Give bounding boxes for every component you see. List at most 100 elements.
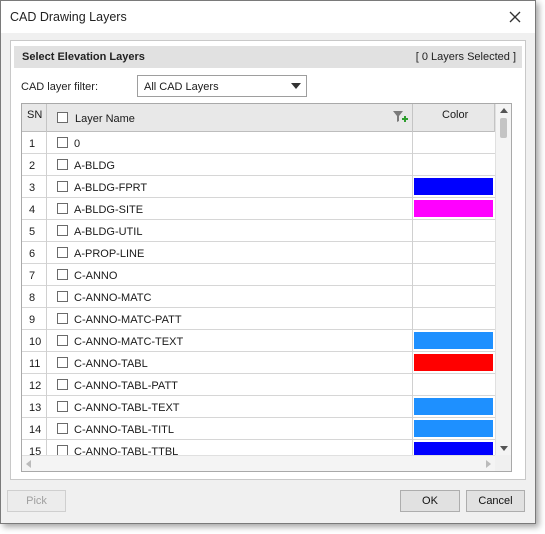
row-sn-cell: 14 bbox=[22, 418, 47, 440]
row-color-cell[interactable] bbox=[413, 154, 495, 176]
layer-checkbox[interactable] bbox=[57, 225, 68, 236]
row-color-cell[interactable] bbox=[413, 308, 495, 330]
layer-checkbox[interactable] bbox=[57, 269, 68, 280]
row-color-cell[interactable] bbox=[413, 418, 495, 440]
row-color-cell[interactable] bbox=[413, 176, 495, 198]
row-sn: 13 bbox=[29, 402, 42, 414]
filter-label: CAD layer filter: bbox=[21, 81, 99, 93]
row-color-cell[interactable] bbox=[413, 330, 495, 352]
layers-panel: Select Elevation Layers [ 0 Layers Selec… bbox=[10, 40, 526, 480]
row-color-cell[interactable] bbox=[413, 220, 495, 242]
layer-checkbox[interactable] bbox=[57, 203, 68, 214]
row-color-cell[interactable] bbox=[413, 374, 495, 396]
table-row[interactable]: 9 C-ANNO-MATC-PATT bbox=[22, 308, 495, 330]
horizontal-scrollbar[interactable] bbox=[22, 455, 495, 471]
row-name-cell: A-BLDG bbox=[47, 154, 413, 176]
row-sn: 3 bbox=[29, 182, 36, 194]
layer-checkbox[interactable] bbox=[57, 313, 68, 324]
row-color-cell[interactable] bbox=[413, 286, 495, 308]
row-sn: 14 bbox=[29, 424, 42, 436]
layer-name: C-ANNO-MATC-TEXT bbox=[74, 336, 184, 348]
header-color: Color bbox=[413, 104, 495, 132]
header-sn: SN bbox=[22, 104, 47, 132]
table-row[interactable]: 12 C-ANNO-TABL-PATT bbox=[22, 374, 495, 396]
scroll-down-icon[interactable] bbox=[500, 446, 508, 451]
scroll-right-icon[interactable] bbox=[486, 460, 491, 468]
color-swatch bbox=[414, 178, 493, 195]
table-row[interactable]: 5 A-BLDG-UTIL bbox=[22, 220, 495, 242]
layer-checkbox[interactable] bbox=[57, 291, 68, 302]
row-name-cell: A-BLDG-UTIL bbox=[47, 220, 413, 242]
layers-grid: SN Layer Name Color 1 0 2 A-BLDG 3 A-BLDG-FPR… bbox=[21, 103, 512, 472]
table-row[interactable]: 14 C-ANNO-TABL-TITL bbox=[22, 418, 495, 440]
table-row[interactable]: 6 A-PROP-LINE bbox=[22, 242, 495, 264]
color-swatch bbox=[414, 398, 493, 415]
table-row[interactable]: 10 C-ANNO-MATC-TEXT bbox=[22, 330, 495, 352]
row-sn-cell: 2 bbox=[22, 154, 47, 176]
table-row[interactable]: 8 C-ANNO-MATC bbox=[22, 286, 495, 308]
grid-header: SN Layer Name Color bbox=[22, 104, 495, 132]
color-swatch bbox=[414, 420, 493, 437]
table-row[interactable]: 3 A-BLDG-FPRT bbox=[22, 176, 495, 198]
row-sn-cell: 4 bbox=[22, 198, 47, 220]
layer-checkbox[interactable] bbox=[57, 357, 68, 368]
row-color-cell[interactable] bbox=[413, 352, 495, 374]
row-sn-cell: 7 bbox=[22, 264, 47, 286]
vertical-scrollbar[interactable] bbox=[495, 104, 511, 455]
row-sn-cell: 9 bbox=[22, 308, 47, 330]
row-sn: 11 bbox=[29, 358, 41, 370]
window-title: CAD Drawing Layers bbox=[10, 10, 127, 24]
scroll-left-icon[interactable] bbox=[26, 460, 31, 468]
layer-checkbox[interactable] bbox=[57, 159, 68, 170]
layer-checkbox[interactable] bbox=[57, 137, 68, 148]
scroll-thumb[interactable] bbox=[500, 118, 507, 138]
layer-name: C-ANNO-TABL bbox=[74, 358, 148, 370]
row-sn-cell: 10 bbox=[22, 330, 47, 352]
scroll-up-icon[interactable] bbox=[500, 108, 508, 113]
layer-checkbox[interactable] bbox=[57, 423, 68, 434]
row-sn-cell: 1 bbox=[22, 132, 47, 154]
row-name-cell: C-ANNO-MATC bbox=[47, 286, 413, 308]
cad-drawing-layers-dialog: CAD Drawing Layers Select Elevation Laye… bbox=[0, 0, 536, 524]
cancel-button[interactable]: Cancel bbox=[466, 490, 525, 512]
layer-checkbox[interactable] bbox=[57, 335, 68, 346]
row-sn: 10 bbox=[29, 336, 42, 348]
row-sn: 8 bbox=[29, 292, 36, 304]
row-color-cell[interactable] bbox=[413, 264, 495, 286]
layer-name: C-ANNO-MATC-PATT bbox=[74, 314, 182, 326]
table-row[interactable]: 10 bbox=[22, 132, 495, 154]
layer-checkbox[interactable] bbox=[57, 401, 68, 412]
layer-checkbox[interactable] bbox=[57, 379, 68, 390]
row-name-cell: 0 bbox=[47, 132, 413, 154]
header-sn-label: SN bbox=[27, 109, 43, 121]
row-color-cell[interactable] bbox=[413, 132, 495, 154]
row-sn: 6 bbox=[29, 248, 36, 260]
filter-add-icon[interactable] bbox=[392, 110, 408, 124]
layer-name: A-BLDG-FPRT bbox=[74, 182, 148, 194]
table-row[interactable]: 4 A-BLDG-SITE bbox=[22, 198, 495, 220]
table-row[interactable]: 13 C-ANNO-TABL-TEXT bbox=[22, 396, 495, 418]
row-sn-cell: 11 bbox=[22, 352, 47, 374]
row-color-cell[interactable] bbox=[413, 242, 495, 264]
cad-layer-filter-dropdown[interactable]: All CAD Layers bbox=[137, 75, 307, 97]
layer-name: A-PROP-LINE bbox=[74, 248, 145, 260]
row-color-cell[interactable] bbox=[413, 198, 495, 220]
row-name-cell: C-ANNO-MATC-TEXT bbox=[47, 330, 413, 352]
select-all-checkbox[interactable] bbox=[57, 112, 68, 123]
row-name-cell: A-PROP-LINE bbox=[47, 242, 413, 264]
layer-checkbox[interactable] bbox=[57, 181, 68, 192]
ok-button[interactable]: OK bbox=[400, 490, 460, 512]
table-row[interactable]: 11 C-ANNO-TABL bbox=[22, 352, 495, 374]
row-sn-cell: 8 bbox=[22, 286, 47, 308]
table-row[interactable]: 2 A-BLDG bbox=[22, 154, 495, 176]
title-bar: CAD Drawing Layers bbox=[1, 1, 535, 33]
row-sn: 7 bbox=[29, 270, 36, 282]
table-row[interactable]: 7 C-ANNO bbox=[22, 264, 495, 286]
header-layer-name-label: Layer Name bbox=[75, 113, 135, 125]
close-button[interactable] bbox=[505, 7, 525, 27]
row-sn: 1 bbox=[29, 138, 36, 150]
layer-name: C-ANNO-TABL-TITL bbox=[74, 424, 175, 436]
layer-checkbox[interactable] bbox=[57, 247, 68, 258]
row-color-cell[interactable] bbox=[413, 396, 495, 418]
pick-button[interactable]: Pick bbox=[7, 490, 66, 512]
